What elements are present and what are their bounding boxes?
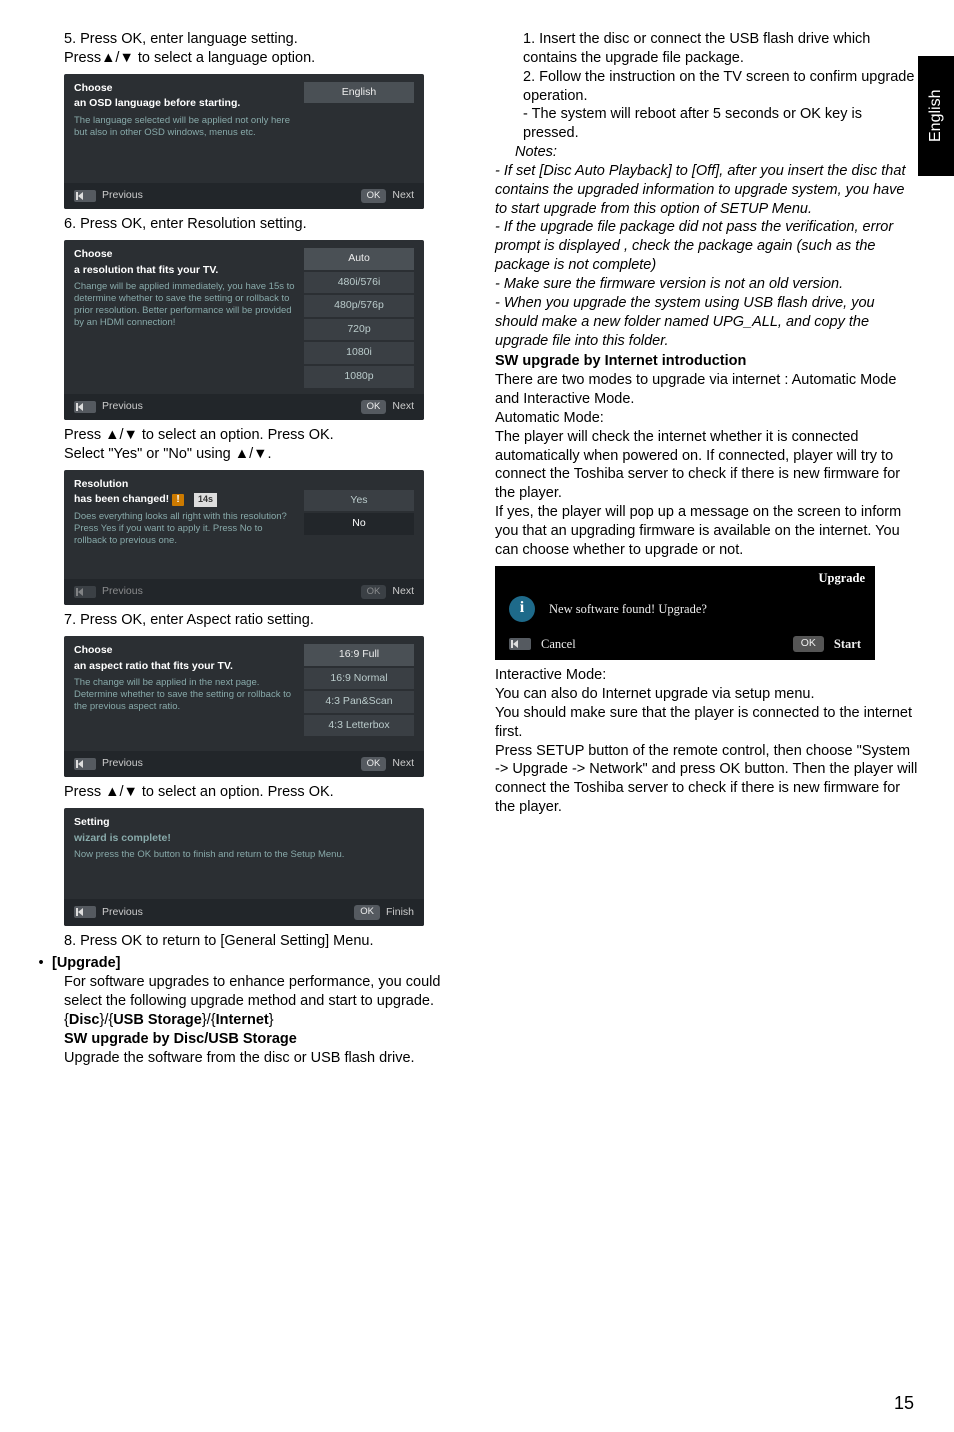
option-1080p[interactable]: 1080p [304, 366, 414, 388]
start-button[interactable]: OK Start [793, 636, 861, 652]
aspect-ratio-screenshot: Choose an aspect ratio that fits your TV… [64, 636, 424, 777]
inter-p3: Press SETUP button of the remote control… [495, 742, 918, 817]
subtitle: a resolution that fits your TV. [74, 264, 296, 278]
desc: The language selected will be applied no… [74, 115, 296, 139]
ok-pill: OK [793, 636, 824, 652]
subtitle: an aspect ratio that fits your TV. [74, 660, 296, 674]
prev-icon [74, 190, 96, 202]
option-no[interactable]: No [304, 513, 414, 535]
previous-button[interactable]: Previous [74, 189, 143, 203]
option-480p[interactable]: 480p/576p [304, 295, 414, 317]
sw-disc-head: SW upgrade by Disc/USB Storage [36, 1030, 459, 1049]
option-480i[interactable]: 480i/576i [304, 272, 414, 294]
r-p1: 1. Insert the disc or connect the USB fl… [495, 30, 918, 68]
resolution-confirm-screenshot: Resolution has been changed! !14s Does e… [64, 470, 424, 605]
r-p3: - The system will reboot after 5 seconds… [495, 105, 918, 143]
resolution-screenshot: Choose a resolution that fits your TV. C… [64, 240, 424, 420]
wizard-complete-screenshot: Setting wizard is complete! Now press th… [64, 808, 424, 926]
prev-icon [509, 638, 531, 650]
step6-text2: Select "Yes" or "No" using ▲/▼. [36, 445, 459, 464]
option-43pan[interactable]: 4:3 Pan&Scan [304, 691, 414, 713]
desc: Now press the OK button to finish and re… [74, 849, 406, 861]
note4: - When you upgrade the system using USB … [495, 294, 918, 351]
auto-head: Automatic Mode: [495, 409, 918, 428]
title: Choose [74, 644, 296, 658]
title: Choose [74, 248, 296, 262]
previous-button[interactable]: Previous [74, 757, 143, 771]
interactive-head: Interactive Mode: [495, 666, 918, 685]
option-43letter[interactable]: 4:3 Letterbox [304, 715, 414, 737]
notes-label: Notes: [495, 143, 918, 162]
title: Setting [74, 816, 406, 830]
page-content: 5. Press OK, enter language setting. Pre… [0, 0, 954, 1087]
ok-pill: OK [354, 905, 380, 919]
option-169full[interactable]: 16:9 Full [304, 644, 414, 666]
step7b: Press ▲/▼ to select an option. Press OK. [36, 783, 459, 802]
step5-line1: 5. Press OK, enter language setting. [36, 30, 459, 49]
cancel-button[interactable]: Cancel [509, 636, 576, 652]
previous-button[interactable]: Previous [74, 585, 143, 599]
prev-icon [74, 758, 96, 770]
timer-badge: 14s [194, 493, 217, 507]
option-english[interactable]: English [304, 82, 414, 104]
upgrade-title: Upgrade [495, 566, 875, 590]
option-720p[interactable]: 720p [304, 319, 414, 341]
option-yes[interactable]: Yes [304, 490, 414, 512]
subtitle: an OSD language before starting. [74, 97, 296, 111]
option-1080i[interactable]: 1080i [304, 342, 414, 364]
step8: 8. Press OK to return to [General Settin… [36, 932, 459, 951]
step5-line2: Press▲/▼ to select a language option. [36, 49, 459, 68]
sw-net-head: SW upgrade by Internet introduction [495, 352, 918, 371]
step6: 6. Press OK, enter Resolution setting. [36, 215, 459, 234]
note1: - If set [Disc Auto Playback] to [Off], … [495, 162, 918, 219]
finish-button[interactable]: OKFinish [354, 905, 414, 919]
ok-pill: OK [361, 400, 387, 414]
prev-icon [74, 906, 96, 918]
title: Choose [74, 82, 296, 96]
osd-language-screenshot: Choose an OSD language before starting. … [64, 74, 424, 209]
note3: - Make sure the firmware version is not … [495, 275, 918, 294]
sw-disc-p: Upgrade the software from the disc or US… [36, 1049, 459, 1068]
inter-p1: You can also do Internet upgrade via set… [495, 685, 918, 704]
ok-pill: OK [361, 757, 387, 771]
language-tab: English [918, 56, 954, 176]
sw-net-p1: There are two modes to upgrade via inter… [495, 371, 918, 409]
desc: The change will be applied in the next p… [74, 677, 296, 713]
previous-button[interactable]: Previous [74, 400, 143, 414]
auto-p: The player will check the internet wheth… [495, 428, 918, 503]
upgrade-dialog: Upgrade i New software found! Upgrade? C… [495, 566, 875, 661]
next-button[interactable]: OKNext [361, 400, 414, 414]
title: Resolution [74, 478, 296, 492]
r-p2: 2. Follow the instruction on the TV scre… [495, 68, 918, 106]
left-column: 5. Press OK, enter language setting. Pre… [36, 30, 459, 1067]
note2: - If the upgrade file package did not pa… [495, 218, 918, 275]
upgrade-options: {Disc}/{USB Storage}/{Internet} [36, 1011, 459, 1030]
upgrade-bullet: • [Upgrade] [36, 954, 459, 973]
step6-text1: Press ▲/▼ to select an option. Press OK. [36, 426, 459, 445]
warning-icon: ! [172, 494, 184, 506]
next-button[interactable]: OKNext [361, 757, 414, 771]
step7: 7. Press OK, enter Aspect ratio setting. [36, 611, 459, 630]
ok-pill: OK [361, 189, 387, 203]
upgrade-msg: New software found! Upgrade? [549, 601, 707, 617]
prev-icon [74, 586, 96, 598]
auto-p2: If yes, the player will pop up a message… [495, 503, 918, 560]
upgrade-p1: For software upgrades to enhance perform… [36, 973, 459, 1011]
info-icon: i [509, 596, 535, 622]
next-button[interactable]: OKNext [361, 585, 414, 599]
next-button[interactable]: OKNext [361, 189, 414, 203]
option-auto[interactable]: Auto [304, 248, 414, 270]
desc: Change will be applied immediately, you … [74, 281, 296, 329]
page-number: 15 [894, 1393, 914, 1414]
previous-button[interactable]: Previous [74, 906, 143, 920]
ok-pill: OK [361, 585, 387, 599]
desc: Does everything looks all right with thi… [74, 511, 296, 547]
upgrade-heading: [Upgrade] [52, 955, 120, 971]
subtitle: has been changed! !14s [74, 493, 296, 507]
inter-p2: You should make sure that the player is … [495, 704, 918, 742]
option-169normal[interactable]: 16:9 Normal [304, 668, 414, 690]
prev-icon [74, 401, 96, 413]
subtitle: wizard is complete! [74, 832, 406, 846]
right-column: 1. Insert the disc or connect the USB fl… [495, 30, 918, 1067]
